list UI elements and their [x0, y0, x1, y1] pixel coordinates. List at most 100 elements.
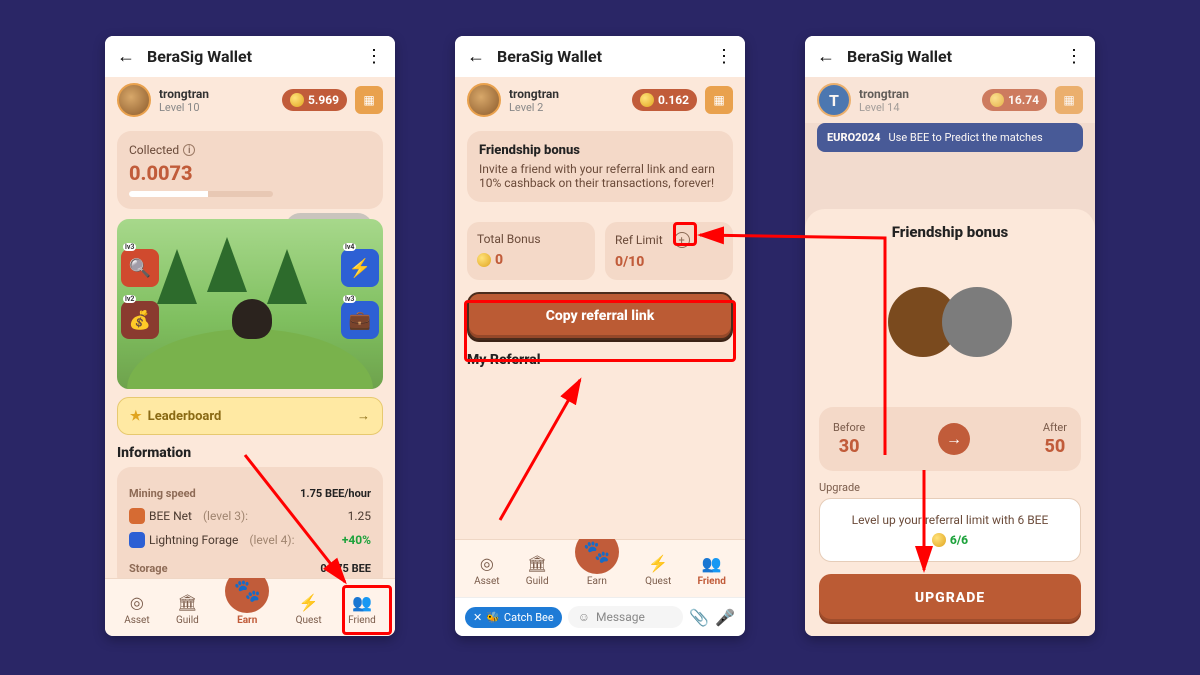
- coin-icon: [640, 93, 654, 107]
- quest-icon: ⚡: [298, 591, 320, 613]
- catch-bee-chip[interactable]: ✕🐝Catch Bee: [465, 607, 562, 628]
- upgrade-button[interactable]: UPGRADE: [819, 574, 1081, 622]
- balance-pill[interactable]: 16.74: [982, 89, 1047, 111]
- back-icon[interactable]: ←: [117, 46, 135, 67]
- more-icon[interactable]: ⋮: [365, 46, 383, 67]
- coin-icon: [932, 533, 946, 547]
- nav-guild[interactable]: 🏛Guild: [526, 552, 549, 587]
- tile-bag[interactable]: 💰lv2: [121, 301, 159, 339]
- balance-pill[interactable]: 5.969: [282, 89, 347, 111]
- header: ← BeraSig Wallet ⋮: [105, 36, 395, 77]
- avatar[interactable]: T: [817, 83, 851, 117]
- guild-icon: 🏛: [176, 591, 198, 613]
- collected-label: Collected i: [129, 143, 273, 157]
- screen-3-upgrade: ← BeraSig Wallet ⋮ T trongtran Level 14 …: [805, 36, 1095, 636]
- more-icon[interactable]: ⋮: [715, 46, 733, 67]
- add-ref-limit-icon[interactable]: +: [674, 232, 690, 248]
- coin-icon: [290, 93, 304, 107]
- mic-icon[interactable]: 🎤: [715, 608, 735, 627]
- collected-card: Collected i 0.0073: [117, 131, 383, 209]
- ref-limit-label: Ref Limit: [615, 233, 663, 247]
- my-referral-heading: My Referral: [467, 352, 733, 368]
- lightning-icon: [129, 532, 145, 548]
- lightning-value: +40%: [342, 533, 371, 547]
- username: trongtran: [159, 87, 274, 101]
- tile-case[interactable]: 💼lv3: [341, 301, 379, 339]
- user-level: Level 14: [859, 101, 974, 114]
- before-value: 30: [833, 436, 865, 457]
- coin-icon: [990, 93, 1004, 107]
- username: trongtran: [509, 87, 624, 101]
- upgrade-text: Level up your referral limit with 6 BEE: [834, 513, 1066, 527]
- leaderboard-row[interactable]: ★ Leaderboard →: [117, 397, 383, 435]
- nav-earn[interactable]: 🐾Earn: [225, 587, 269, 626]
- wallet-icon: ◎: [126, 591, 148, 613]
- close-icon[interactable]: ✕: [473, 611, 482, 624]
- game-canvas[interactable]: 🔍lv3 💰lv2 ⚡lv4 💼lv3: [117, 219, 383, 389]
- nav-asset[interactable]: ◎Asset: [124, 591, 149, 626]
- lightning-row: Lightning Forage (level 4):: [129, 532, 294, 548]
- copy-referral-button[interactable]: Copy referral link: [467, 292, 733, 340]
- collected-value: 0.0073: [129, 161, 273, 185]
- upgrade-label: Upgrade: [819, 481, 1081, 494]
- more-icon[interactable]: ⋮: [1065, 46, 1083, 67]
- bears-illustration: [819, 247, 1081, 397]
- euro-banner[interactable]: EURO2024 Use BEE to Predict the matches: [817, 123, 1083, 152]
- nav-quest[interactable]: ⚡Quest: [645, 552, 671, 587]
- info-icon[interactable]: i: [183, 144, 195, 156]
- friend-icon: 👥: [351, 591, 373, 613]
- euro-text: Use BEE to Predict the matches: [889, 131, 1043, 144]
- friendship-bonus-card: Friendship bonus Invite a friend with yo…: [467, 131, 733, 202]
- user-row: T trongtran Level 14 16.74 ▦: [805, 77, 1095, 123]
- nav-earn[interactable]: 🐾Earn: [575, 548, 619, 587]
- back-icon[interactable]: ←: [467, 46, 485, 67]
- avatar[interactable]: [467, 83, 501, 117]
- qr-icon[interactable]: ▦: [705, 86, 733, 114]
- total-bonus-card: Total Bonus 0: [467, 222, 595, 280]
- storage-label: Storage: [129, 562, 168, 575]
- nav-quest[interactable]: ⚡Quest: [296, 591, 322, 626]
- bonus-title: Friendship bonus: [479, 143, 721, 158]
- back-icon[interactable]: ←: [817, 46, 835, 67]
- mining-speed-label: Mining speed: [129, 487, 196, 500]
- storage-value: 0.075 BEE: [320, 562, 371, 575]
- user-row: trongtran Level 10 5.969 ▦: [105, 77, 395, 123]
- emoji-icon[interactable]: ☺: [578, 610, 590, 624]
- bee-net-value: 1.25: [348, 509, 371, 523]
- bee-net-row: BEE Net (level 3):: [129, 508, 248, 524]
- qr-icon[interactable]: ▦: [355, 86, 383, 114]
- screen-2-friend: ← BeraSig Wallet ⋮ trongtran Level 2 0.1…: [455, 36, 745, 636]
- message-input[interactable]: ☺Message: [568, 606, 683, 628]
- quest-icon: ⚡: [647, 552, 669, 574]
- ref-limit-value: 0/10: [615, 254, 723, 270]
- nav-friend[interactable]: 👥Friend: [698, 552, 726, 587]
- user-level: Level 2: [509, 101, 624, 114]
- before-label: Before: [833, 421, 865, 434]
- nav-friend[interactable]: 👥Friend: [348, 591, 376, 626]
- app-title: BeraSig Wallet: [497, 47, 703, 66]
- bottom-nav: ◎Asset 🏛Guild 🐾Earn ⚡Quest 👥Friend: [455, 539, 745, 597]
- balance-value: 16.74: [1008, 93, 1039, 107]
- avatar[interactable]: [117, 83, 151, 117]
- header: ← BeraSig Wallet ⋮: [805, 36, 1095, 77]
- gray-bear-icon: [942, 287, 1012, 357]
- attachment-icon[interactable]: 📎: [689, 608, 709, 627]
- bee-net-icon: [129, 508, 145, 524]
- before-after-card: Before30 → After50: [819, 407, 1081, 471]
- balance-pill[interactable]: 0.162: [632, 89, 697, 111]
- nav-asset[interactable]: ◎Asset: [474, 552, 499, 587]
- star-icon: ★: [130, 409, 142, 424]
- message-bar: ✕🐝Catch Bee ☺Message 📎 🎤: [455, 597, 745, 636]
- arrow-right-icon: →: [938, 423, 970, 455]
- mining-speed-value: 1.75 BEE/hour: [300, 487, 371, 500]
- username: trongtran: [859, 87, 974, 101]
- ref-limit-card: Ref Limit + 0/10: [605, 222, 733, 280]
- total-bonus-value: 0: [495, 252, 503, 268]
- qr-icon[interactable]: ▦: [1055, 86, 1083, 114]
- tile-magnifier[interactable]: 🔍lv3: [121, 249, 159, 287]
- coin-icon: [477, 253, 491, 267]
- leaderboard-label: Leaderboard: [148, 409, 222, 424]
- friend-icon: 👥: [701, 552, 723, 574]
- tile-lightning[interactable]: ⚡lv4: [341, 249, 379, 287]
- nav-guild[interactable]: 🏛Guild: [176, 591, 199, 626]
